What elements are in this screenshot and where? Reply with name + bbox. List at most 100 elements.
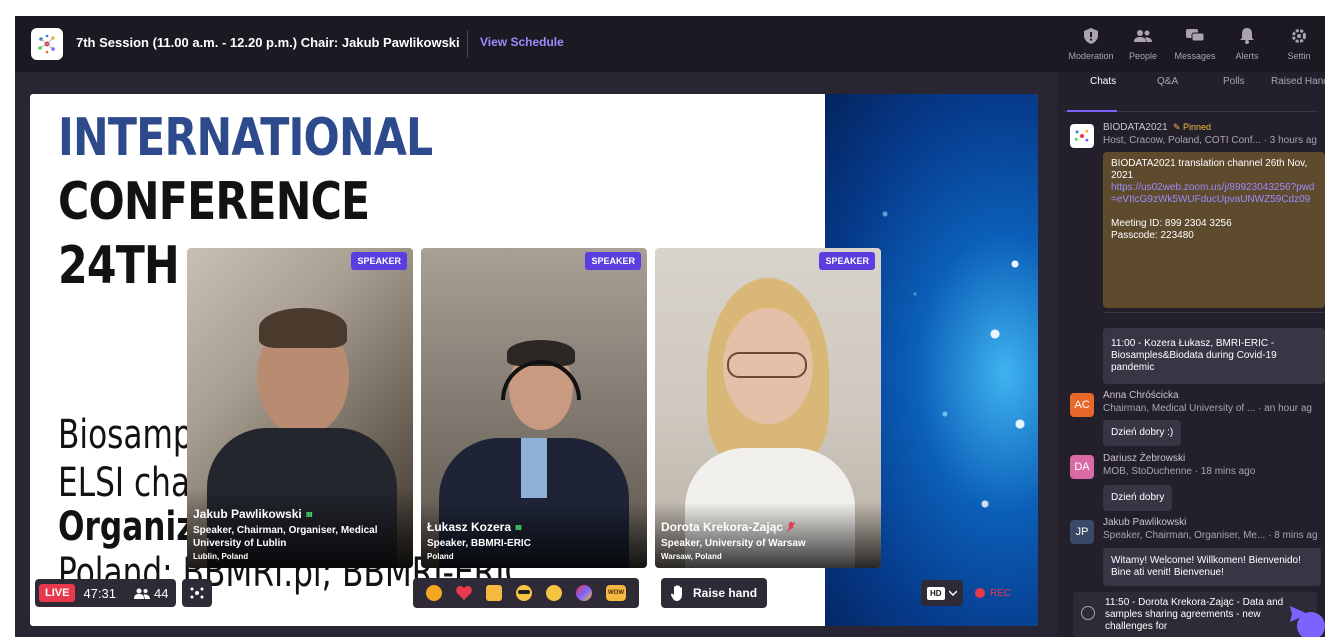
top-bar: 7th Session (11.00 a.m. - 12.20 p.m.) Ch…: [15, 16, 1325, 72]
tab-qa[interactable]: Q&A: [1157, 76, 1178, 87]
author-name: BIODATA2021: [1103, 122, 1168, 133]
chat-message-bubble: Dzień dobry: [1103, 485, 1173, 511]
avatar: [1070, 124, 1094, 148]
heart-emoji-icon[interactable]: [456, 585, 472, 601]
message-text: BIODATA2021 translation channel 26th Nov…: [1111, 158, 1308, 181]
slide-heading-line: 24TH: [58, 236, 180, 296]
speaker-name-row: Dorota Krekora-Zając: [661, 520, 875, 534]
raise-hand-button[interactable]: Raise hand: [661, 578, 768, 608]
active-tab-indicator: [1067, 110, 1117, 112]
live-badge: LIVE: [39, 584, 76, 602]
reaction-bar: WOW: [413, 578, 639, 608]
nav-label: Messages: [1174, 51, 1216, 61]
gear-icon: [1290, 27, 1308, 45]
message-time: 3 hours ag: [1269, 135, 1317, 146]
speaker-location: Warsaw, Poland: [661, 552, 722, 561]
side-panel: Chats Q&A Polls Raised Hands BIODATA2021…: [1057, 72, 1325, 637]
nav-label: Alerts: [1235, 51, 1259, 61]
pinned-message-bubble: BIODATA2021 translation channel 26th Nov…: [1103, 152, 1325, 308]
speaker-info: Łukasz Kozera ıııı Speaker, BBMRI-ERIC Po…: [421, 502, 647, 568]
speaker-name: Dorota Krekora-Zając: [661, 520, 784, 534]
speaker-badge: SPEAKER: [585, 252, 641, 270]
zoom-link[interactable]: https://us02web.zoom.us/j/89923043256?pw…: [1111, 182, 1317, 206]
message-meta: Speaker, Chairman, Organiser, Me... · 8 …: [1103, 530, 1318, 541]
chat-composer[interactable]: 11:50 - Dorota Krekora-Zając - Data and …: [1073, 592, 1317, 637]
layout-button[interactable]: [182, 579, 213, 607]
bell-icon: [1238, 27, 1256, 45]
message-time: 18 mins ago: [1200, 466, 1256, 477]
passcode: Passcode: 223480: [1111, 230, 1194, 241]
slide-body-line: Biosamp: [58, 412, 193, 458]
people-icon: [134, 588, 150, 599]
message-meta: MOB, StoDuchenne · 18 mins ago: [1103, 466, 1256, 477]
speaker-hair: [259, 308, 347, 348]
layout-icon: [190, 587, 204, 599]
speaker-name: Jakub Pawlikowski: [193, 507, 302, 521]
speaker-info: Jakub Pawlikowski ıııı Speaker, Chairman,…: [187, 489, 413, 568]
nav-alerts[interactable]: Alerts: [1221, 16, 1273, 72]
speaker-badge: SPEAKER: [819, 252, 875, 270]
record-indicator[interactable]: REC: [975, 580, 1011, 606]
tab-chats[interactable]: Chats: [1090, 76, 1116, 87]
live-status[interactable]: LIVE 47:31 44: [35, 579, 177, 607]
top-nav: Moderation People Messages Alerts Settin: [1065, 16, 1325, 72]
nav-people[interactable]: People: [1117, 16, 1169, 72]
message-meta: Host, Cracow, Poland, COTI Conf... · 3 h…: [1103, 135, 1317, 146]
viewer-count: 44: [134, 586, 168, 601]
mic-muted-icon: [787, 521, 796, 532]
pinned-label: ✎ Pinned: [1170, 122, 1212, 132]
speaker-location: Poland: [427, 552, 454, 561]
cool-emoji-icon[interactable]: [516, 585, 532, 601]
hd-badge: HD: [927, 586, 945, 600]
elapsed-time: 47:31: [83, 585, 116, 601]
speaker-role: Speaker, BBMRI-ERIC: [427, 538, 531, 549]
tab-polls[interactable]: Polls: [1223, 76, 1245, 87]
nav-label: People: [1128, 51, 1158, 61]
author-name: Dariusz Żebrowski: [1103, 453, 1186, 464]
chat-input[interactable]: 11:50 - Dorota Krekora-Zając - Data and …: [1105, 597, 1285, 633]
nav-settings[interactable]: Settin: [1273, 16, 1325, 72]
author-subtitle: MOB, StoDuchenne: [1103, 466, 1192, 477]
laugh-emoji-icon[interactable]: [546, 585, 562, 601]
glasses-icon: [727, 352, 807, 378]
nav-moderation[interactable]: Moderation: [1065, 16, 1117, 72]
speaker-tile[interactable]: SPEAKER Jakub Pawlikowski ıııı Speaker, C…: [187, 248, 413, 568]
speaker-role: Speaker, Chairman, Organiser, Medical Un…: [193, 525, 378, 549]
speaker-shirt: [521, 438, 547, 498]
agenda-message-bubble: 11:00 - Kozera Łukasz, BMRI-ERIC - Biosa…: [1103, 328, 1325, 384]
stream-controls: LIVE 47:31 44: [35, 578, 213, 608]
slide-heading-line: CONFERENCE: [58, 172, 370, 232]
message-meta: Chairman, Medical University of ... · an…: [1103, 403, 1312, 414]
emoji-picker-icon[interactable]: [1081, 606, 1095, 620]
avatar: AC: [1070, 393, 1094, 417]
message-author: BIODATA2021 ✎ Pinned: [1103, 122, 1211, 133]
shield-icon: [1082, 27, 1100, 45]
app-window: 7th Session (11.00 a.m. - 12.20 p.m.) Ch…: [15, 16, 1325, 637]
message-time: 8 mins ag: [1274, 530, 1318, 541]
speaker-info: Dorota Krekora-Zając Speaker, University…: [655, 502, 881, 568]
speaker-tile[interactable]: SPEAKER Dorota Krekora-Zając Speaker, Un…: [655, 248, 881, 568]
thumbs-up-emoji-icon[interactable]: [486, 585, 502, 601]
raise-hand-label: Raise hand: [693, 586, 758, 600]
viewer-count-value: 44: [154, 585, 169, 601]
nav-label: Moderation: [1068, 51, 1114, 61]
message-time: an hour ag: [1264, 403, 1312, 414]
author-name: Jakub Pawlikowski: [1103, 517, 1187, 528]
chat-message-bubble: Dzień dobry :): [1103, 420, 1182, 446]
author-subtitle: Host, Cracow, Poland, COTI Conf...: [1103, 135, 1261, 146]
view-schedule-link[interactable]: View Schedule: [480, 35, 564, 49]
chat-message-bubble: Witamy! Welcome! Willkomen! Bienvenido! …: [1103, 548, 1321, 586]
pinned-text: Pinned: [1183, 122, 1212, 132]
author-subtitle: Speaker, Chairman, Organiser, Me...: [1103, 530, 1266, 541]
tab-raised-hands[interactable]: Raised Hands: [1271, 76, 1325, 87]
slide-body-line: Organiz: [58, 504, 195, 550]
party-emoji-icon[interactable]: [576, 585, 592, 601]
clap-emoji-icon[interactable]: [426, 585, 442, 601]
author-name: Anna Chróścicka: [1103, 390, 1179, 401]
quality-selector[interactable]: HD: [921, 580, 963, 606]
nav-messages[interactable]: Messages: [1169, 16, 1221, 72]
help-button[interactable]: [1297, 612, 1325, 637]
speaker-tile[interactable]: SPEAKER Łukasz Kozera ıııı Speaker, BBMRI…: [421, 248, 647, 568]
wow-emoji-icon[interactable]: WOW: [606, 585, 626, 601]
speaker-name-row: Łukasz Kozera ıııı: [427, 520, 641, 534]
